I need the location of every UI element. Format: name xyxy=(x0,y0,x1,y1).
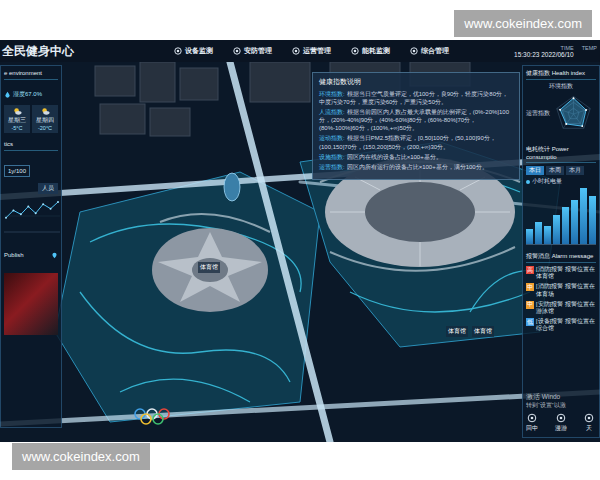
event-photo xyxy=(4,273,58,335)
popup-item: 人流指数:根据当前园区内人数占最大承载量的比例评定，(0%-20%]100分，(… xyxy=(319,108,513,132)
period-tab[interactable]: 本日 xyxy=(526,166,544,175)
section-title: tics xyxy=(4,141,58,151)
popup-item: 环境指数:根据当日空气质量评定，优100分，良90分，轻度污染80分，中度污染7… xyxy=(319,90,513,106)
chart-point xyxy=(5,216,7,218)
pin-icon xyxy=(51,252,58,259)
bar-chart xyxy=(526,188,596,245)
popup-title: 健康指数说明 xyxy=(319,77,513,87)
tool-button[interactable]: 漫游 xyxy=(555,413,567,433)
chart-point xyxy=(57,201,59,203)
alarm-level: 中 xyxy=(526,283,534,291)
tool-icon xyxy=(556,413,566,423)
chart-point xyxy=(50,207,52,209)
alarm-list: 高[消防]报警 报警位置在体育馆中[消防]报警 报警位置在体育场中[安防]报警 … xyxy=(526,266,596,332)
alarm-item[interactable]: 高[消防]报警 报警位置在体育馆 xyxy=(526,266,596,280)
nav-item[interactable]: 设备监测 xyxy=(174,46,213,56)
alarm-item[interactable]: 中[安防]报警 报警位置在游泳馆 xyxy=(526,301,596,315)
section-title: 电耗统计 Power consumptio xyxy=(526,146,596,164)
stat-value: 1y/100 xyxy=(4,165,30,177)
temp-label: TEMP xyxy=(582,45,597,51)
section-title: e environment xyxy=(4,70,58,80)
nav-item[interactable]: 能耗监测 xyxy=(351,46,390,56)
weather-icon xyxy=(13,107,22,116)
bar xyxy=(544,226,551,245)
tool-icon xyxy=(584,413,594,423)
popup-item: 运营指数:园区内所有运行的设备占比×100+基分，满分100分。 xyxy=(319,163,513,171)
nav-bar: 设备监测 安防管理 运营管理 能耗监测 综合管理 xyxy=(174,46,449,56)
watermark: www.cokeindex.com xyxy=(12,443,150,470)
time-value: 15:30:23 2022/06/10 xyxy=(514,51,574,58)
header: 全民健身中心 设备监测 安防管理 运营管理 能耗监测 综合管理 TIME15:30:23 2… xyxy=(0,40,600,62)
radar-point xyxy=(559,108,561,110)
right-panel: 健康指数 Health index 环境指数运营指数电耗统计 Power cons… xyxy=(522,65,600,438)
weather-card: 星期四-20°C xyxy=(32,105,58,133)
bar xyxy=(535,222,542,244)
alarm-item[interactable]: 中[消防]报警 报警位置在体育场 xyxy=(526,283,596,297)
chart-point xyxy=(12,209,14,211)
people-button[interactable]: 人员 xyxy=(38,183,58,194)
radar-label: 运营指数 xyxy=(526,110,550,117)
radar-point xyxy=(585,109,587,111)
nav-item[interactable]: 安防管理 xyxy=(233,46,272,56)
app-title: 全民健身中心 xyxy=(2,43,74,60)
module-icon xyxy=(292,47,300,55)
venue-label[interactable]: 体育馆 xyxy=(198,262,220,273)
activation-notice: 激活 Windo转到“设置”以激 xyxy=(526,389,596,409)
weather-forecast: 星期三-5°C星期四-20°C xyxy=(4,105,58,133)
bar xyxy=(562,207,569,244)
scene: 体育馆体育馆体育馆e environment湿度67.0%星期三-5°C星期四-… xyxy=(0,62,600,442)
venue-label[interactable]: 体育馆 xyxy=(472,326,494,337)
alarm-level: 中 xyxy=(526,301,534,309)
chart-point xyxy=(20,213,22,215)
venue-label[interactable]: 体育馆 xyxy=(446,326,468,337)
period-tab[interactable]: 本月 xyxy=(566,166,584,175)
clock: TIME15:30:23 2022/06/10 TEMP xyxy=(514,45,597,58)
chart-legend: 小时耗电量 xyxy=(526,178,596,185)
tool-icon xyxy=(527,413,537,423)
radar-label: 环境指数 xyxy=(526,83,596,90)
chart-point xyxy=(42,203,44,205)
radar-point xyxy=(565,123,567,125)
module-icon xyxy=(174,47,182,55)
nav-item[interactable]: 综合管理 xyxy=(410,46,449,56)
bar xyxy=(526,229,533,244)
popup-item: 设施指数:园区内在线的设备占比×100+基分。 xyxy=(319,153,513,161)
page: www.cokeindex.com 全民健身中心 设备监测 安防管理 运营管理 能耗监测 综… xyxy=(0,0,600,480)
section-title: 健康指数 Health index xyxy=(526,70,596,80)
line-chart xyxy=(4,198,60,234)
radar-chart xyxy=(551,90,596,138)
alarm-level: 高 xyxy=(526,266,534,274)
health-index-popup: 健康指数说明环境指数:根据当日空气质量评定，优100分，良90分，轻度污染80分… xyxy=(312,72,520,180)
tool-button[interactable]: 天 xyxy=(584,413,594,433)
popup-item: 运动指数:根据当日PM2.5指数评定，[0,50]100分，(50,100]90… xyxy=(319,134,513,150)
humidity: 湿度67.0% xyxy=(4,90,58,99)
publish-row[interactable]: Publish xyxy=(4,252,58,259)
watermark: www.cokeindex.com xyxy=(454,10,592,37)
bar xyxy=(553,215,560,245)
time-label: TIME xyxy=(561,45,574,51)
bar xyxy=(589,196,596,245)
weather-icon xyxy=(41,107,50,116)
dashboard: 全民健身中心 设备监测 安防管理 运营管理 能耗监测 综合管理 TIME15:30:23 2… xyxy=(0,40,600,442)
alarm-level: 低 xyxy=(526,318,534,326)
tool-button[interactable]: 回中 xyxy=(526,413,538,433)
chart-point xyxy=(27,205,29,207)
radar-point xyxy=(573,97,575,99)
module-icon xyxy=(351,47,359,55)
chart-point xyxy=(35,212,37,214)
section-title: 报警消息 Alarm message xyxy=(526,253,596,263)
bar xyxy=(580,188,587,244)
period-tabs: 本日本周本月 xyxy=(526,166,596,175)
left-panel: e environment 湿度67.0% 星期三-5°C星期四-20°C tics 1… xyxy=(0,65,62,428)
module-icon xyxy=(410,47,418,55)
module-icon xyxy=(233,47,241,55)
alarm-item[interactable]: 低[设备]报警 报警位置在综合馆 xyxy=(526,318,596,332)
nav-item[interactable]: 运营管理 xyxy=(292,46,331,56)
droplet-icon xyxy=(4,91,11,98)
map-toolbar: 回中漫游天 xyxy=(526,413,596,433)
radar-point xyxy=(581,125,583,127)
period-tab[interactable]: 本周 xyxy=(546,166,564,175)
weather-card: 星期三-5°C xyxy=(4,105,30,133)
bar xyxy=(571,200,578,245)
